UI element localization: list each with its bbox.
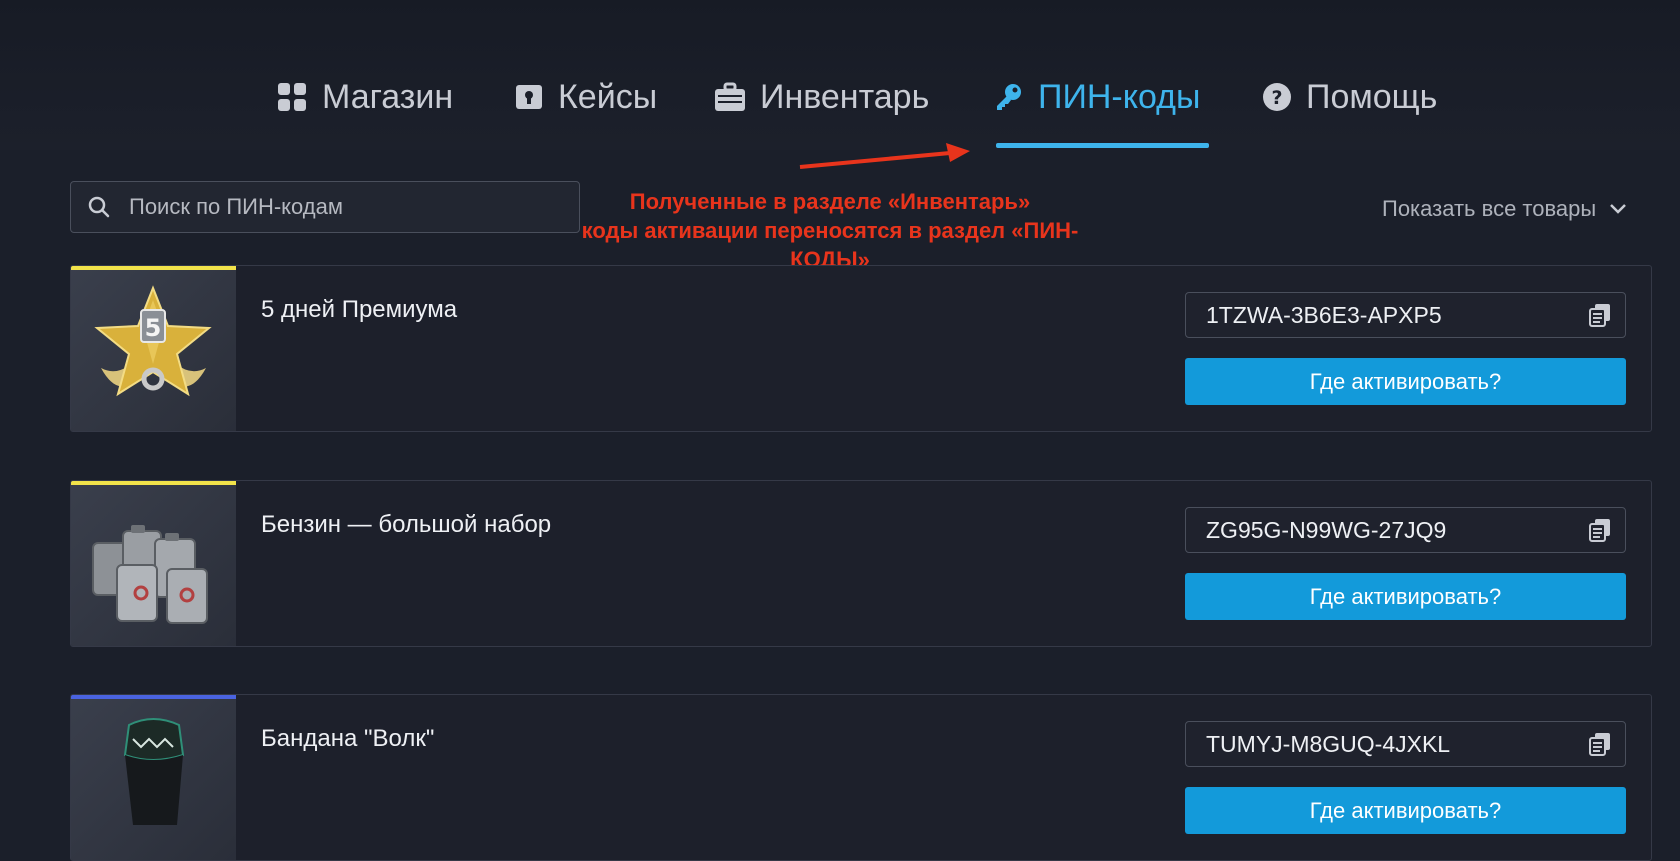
pin-code-value: 1TZWA-3B6E3-APXP5: [1206, 301, 1442, 328]
tab-shop-label: Магазин: [322, 77, 454, 116]
item-name: Бензин — большой набор: [261, 511, 552, 538]
item-image: [71, 695, 236, 860]
copy-icon[interactable]: [1589, 303, 1611, 327]
svg-text:?: ?: [1271, 87, 1282, 109]
tab-inventory-label: Инвентарь: [760, 77, 930, 116]
tab-cases[interactable]: Кейсы: [514, 72, 657, 122]
main-nav: Магазин Кейсы Инвентарь ПИН-коды ? Помощ…: [0, 0, 1680, 150]
annotation-line-1: Полученные в разделе «Инвентарь»: [629, 189, 1031, 214]
tab-cases-label: Кейсы: [558, 77, 658, 116]
item-image: 5: [71, 266, 236, 431]
search-input[interactable]: [127, 193, 551, 221]
tab-inventory[interactable]: Инвентарь: [714, 72, 929, 122]
where-to-activate-button[interactable]: Где активировать?: [1185, 358, 1626, 405]
svg-text:5: 5: [145, 314, 162, 342]
where-to-activate-button[interactable]: Где активировать?: [1185, 573, 1626, 620]
top-navigation-bar: Магазин Кейсы Инвентарь ПИН-коды ? Помощ…: [0, 0, 1680, 150]
filter-label: Показать все товары: [1382, 196, 1597, 221]
key-icon: [997, 84, 1021, 110]
fuel-canisters-icon: [92, 525, 208, 624]
lock-box-icon: [516, 85, 542, 109]
search-icon: [88, 196, 110, 218]
rarity-bar: [71, 266, 236, 270]
bandana-icon: [123, 718, 185, 825]
tab-help[interactable]: ? Помощь: [1262, 72, 1437, 122]
copy-icon[interactable]: [1589, 518, 1611, 542]
item-image: [71, 481, 236, 646]
rarity-bar: [71, 695, 236, 699]
tab-pin-codes[interactable]: ПИН-коды: [994, 72, 1200, 122]
annotation-text: Полученные в разделе «Инвентарь» коды ак…: [580, 187, 1080, 274]
annotation-arrow: [799, 143, 970, 169]
chevron-down-icon: [1610, 204, 1627, 214]
where-to-activate-button[interactable]: Где активировать?: [1185, 787, 1626, 834]
pin-code-field[interactable]: ZG95G-N99WG-27JQ9: [1185, 507, 1626, 553]
tab-pin-codes-label: ПИН-коды: [1038, 77, 1201, 116]
pin-code-value: TUMYJ-M8GUQ-4JXKL: [1206, 730, 1451, 757]
briefcase-icon: [715, 82, 745, 111]
active-tab-indicator: [996, 143, 1209, 148]
tab-help-label: Помощь: [1306, 77, 1438, 116]
pin-code-field[interactable]: TUMYJ-M8GUQ-4JXKL: [1185, 721, 1626, 767]
pin-code-field[interactable]: 1TZWA-3B6E3-APXP5: [1185, 292, 1626, 338]
item-name: Бандана "Волк": [261, 725, 435, 752]
premium-star-icon: 5: [94, 285, 212, 397]
pin-code-card: Бандана "Волк" TUMYJ-M8GUQ-4JXKL Где акт…: [70, 694, 1652, 861]
pin-code-card: Бензин — большой набор ZG95G-N99WG-27JQ9…: [70, 480, 1652, 647]
help-icon: ?: [1263, 83, 1291, 111]
search-box[interactable]: [70, 181, 580, 233]
filter-dropdown[interactable]: Показать все товары: [1382, 195, 1628, 223]
copy-icon[interactable]: [1589, 732, 1611, 756]
pin-code-card: 5 5 дней Премиума 1TZWA-3B6E3-APXP5 Где …: [70, 265, 1652, 432]
tab-shop[interactable]: Магазин: [276, 72, 453, 122]
item-name: 5 дней Премиума: [261, 296, 458, 323]
grid-icon: [278, 83, 306, 111]
pin-code-value: ZG95G-N99WG-27JQ9: [1206, 516, 1447, 543]
rarity-bar: [71, 481, 236, 485]
